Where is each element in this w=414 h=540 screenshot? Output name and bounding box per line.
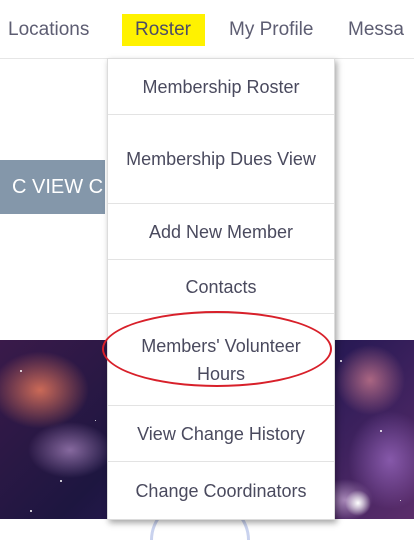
star (30, 510, 32, 512)
view-button[interactable]: C VIEW C (0, 160, 105, 214)
bright-star (345, 490, 371, 516)
star (340, 360, 342, 362)
menu-item-view-change-history[interactable]: View Change History (108, 406, 334, 462)
star (60, 480, 62, 482)
top-navigation: Locations Roster My Profile Messa (0, 0, 414, 59)
menu-item-members-volunteer-hours[interactable]: Members' Volunteer Hours (108, 314, 334, 406)
star (20, 370, 22, 372)
nav-roster[interactable]: Roster (122, 14, 205, 46)
nav-locations[interactable]: Locations (8, 14, 89, 46)
menu-item-contacts[interactable]: Contacts (108, 260, 334, 314)
star (380, 430, 382, 432)
menu-item-add-new-member[interactable]: Add New Member (108, 204, 334, 260)
nav-messages[interactable]: Messa (348, 14, 404, 46)
nav-my-profile[interactable]: My Profile (229, 14, 313, 46)
roster-dropdown-menu: Membership Roster Membership Dues View A… (107, 58, 335, 520)
star (95, 420, 96, 421)
star (400, 500, 401, 501)
menu-item-change-coordinators[interactable]: Change Coordinators (108, 462, 334, 519)
menu-item-membership-roster[interactable]: Membership Roster (108, 59, 334, 115)
menu-item-membership-dues-view[interactable]: Membership Dues View (108, 115, 334, 204)
